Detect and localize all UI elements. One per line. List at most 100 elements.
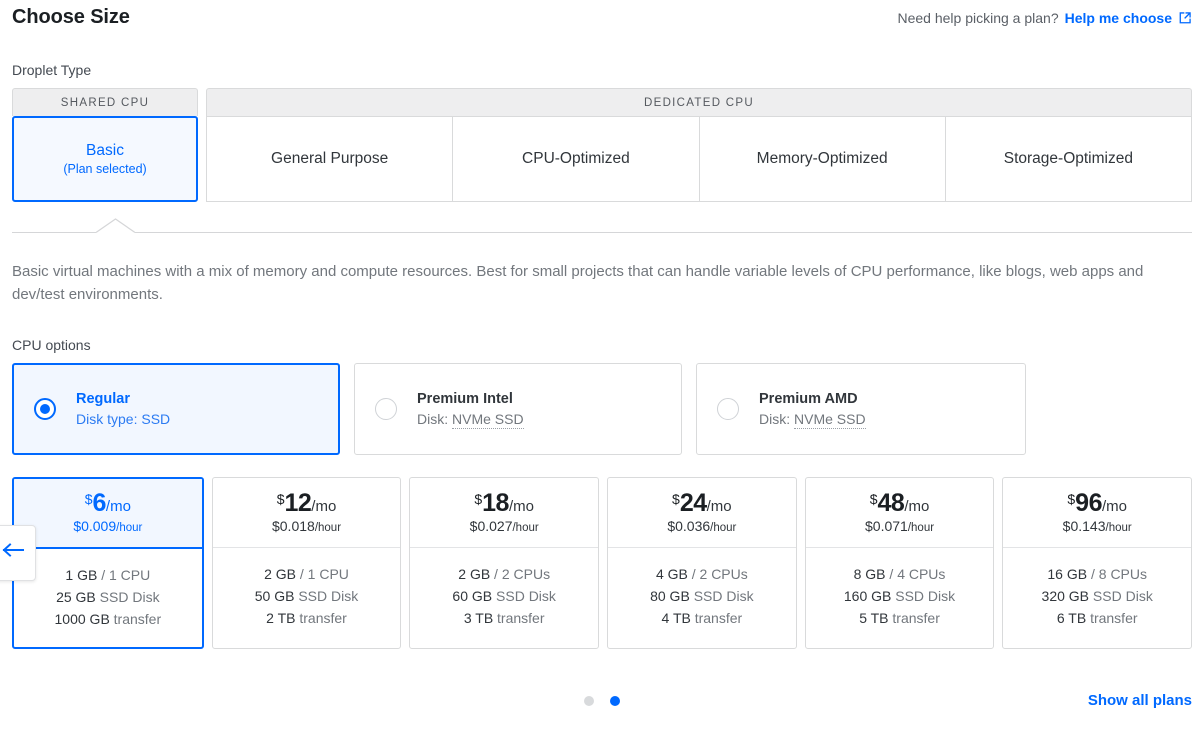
- plan-card-48-hourly-price: $0.071/hour: [865, 518, 934, 534]
- plan-card-48-cpu: 4 CPUs: [897, 565, 946, 582]
- plan-card-24[interactable]: $24/mo $0.036/hour 4 GB / 2 CPUs 80 GB S…: [607, 476, 797, 649]
- cpu-option-premium-amd-name: Premium AMD: [759, 390, 858, 407]
- plan-card-6-monthly-price: $6/mo: [85, 491, 131, 516]
- plan-card-96-hourly-price: $0.143/hour: [1063, 518, 1132, 534]
- plan-card-6-currency: $: [84, 491, 93, 507]
- plan-card-48-memory: 8 GB: [853, 565, 886, 582]
- droplet-type-tab-memory-optimized[interactable]: Memory-Optimized: [699, 116, 946, 202]
- radio-button-premium-amd[interactable]: [717, 397, 739, 420]
- plan-card-48[interactable]: $48/mo $0.071/hour 8 GB / 4 CPUs 160 GB …: [804, 476, 995, 649]
- external-link-icon[interactable]: [1178, 11, 1192, 25]
- plan-card-12-disk-label: SSD Disk: [298, 587, 359, 604]
- plan-card-6-transfer-label: transfer: [113, 610, 162, 627]
- arrow-left-icon: [2, 543, 24, 562]
- plan-card-6-specs: 1 GB / 1 CPU 25 GB SSD Disk 1000 GB tran…: [14, 549, 202, 647]
- plan-card-12-currency: $: [276, 490, 285, 507]
- plan-card-24-spec-memory-cpu: 4 GB / 2 CPUs: [655, 565, 748, 582]
- plan-card-24-hourly-price: $0.036/hour: [667, 518, 736, 534]
- cpu-options-row: Regular Disk type: SSD Premium Intel Dis…: [12, 362, 1192, 455]
- plan-card-18-currency: $: [474, 490, 483, 507]
- plan-card-6-spec-memory-cpu: 1 GB / 1 CPU: [65, 566, 151, 583]
- plan-card-12-memory: 2 GB: [264, 565, 296, 582]
- plan-card-6-memory: 1 GB: [65, 566, 98, 583]
- radio-button-regular[interactable]: [34, 397, 56, 420]
- plan-card-24-cpu: 2 CPUs: [699, 565, 748, 582]
- help-prompt-group: Need help picking a plan? Help me choose: [898, 9, 1193, 26]
- droplet-type-tab-general-purpose[interactable]: General Purpose: [206, 116, 454, 202]
- plans-row: $6/mo $0.009/hour 1 GB / 1 CPU 25 GB SSD…: [12, 476, 1193, 649]
- plan-card-18-spec-disk: 60 GB SSD Disk: [452, 588, 556, 604]
- group-heading-dedicated-cpu: DEDICATED CPU: [206, 88, 1192, 116]
- plan-card-12[interactable]: $12/mo $0.018/hour 2 GB / 1 CPU 50 GB SS…: [211, 476, 402, 649]
- plan-card-96-hourly-unit: /hour: [1105, 521, 1132, 534]
- cpu-option-premium-intel-disk-value[interactable]: NVMe SSD: [452, 410, 524, 429]
- caret-up-icon: [95, 218, 136, 233]
- plan-card-6-hourly-unit: /hour: [116, 522, 143, 534]
- plan-card-48-currency: $: [869, 490, 878, 507]
- plan-card-6[interactable]: $6/mo $0.009/hour 1 GB / 1 CPU 25 GB SSD…: [12, 476, 204, 649]
- plan-card-24-currency: $: [672, 490, 680, 507]
- plan-card-48-spec-memory-cpu: 8 GB / 4 CPUs: [853, 565, 946, 582]
- radio-button-premium-intel[interactable]: [375, 397, 397, 420]
- cpu-option-regular-disk-prefix: Disk type:: [76, 410, 142, 427]
- plan-card-18-transfer: 3 TB: [463, 609, 494, 626]
- plan-card-24-price-header: $24/mo $0.036/hour: [608, 478, 796, 548]
- group-heading-shared-cpu: SHARED CPU: [12, 88, 198, 116]
- cpu-option-premium-amd-disk-value[interactable]: NVMe SSD: [794, 410, 866, 429]
- droplet-type-tab-general-purpose-label: General Purpose: [271, 150, 389, 168]
- show-all-plans-link[interactable]: Show all plans: [1088, 692, 1192, 709]
- carousel-dot-1[interactable]: [584, 695, 594, 706]
- plan-card-96-transfer: 6 TB: [1056, 609, 1087, 626]
- plan-card-24-hourly-unit: /hour: [710, 521, 737, 534]
- plan-card-48-spec-transfer: 5 TB transfer: [859, 610, 940, 626]
- carousel-dot-2[interactable]: [610, 695, 620, 706]
- plan-card-18-transfer-label: transfer: [497, 609, 545, 626]
- plan-card-48-monthly-price: $48/mo: [869, 490, 930, 516]
- plan-card-48-period: /mo: [904, 497, 930, 515]
- plan-card-48-specs: 8 GB / 4 CPUs 160 GB SSD Disk 5 TB trans…: [806, 548, 994, 648]
- plan-card-96-spec-memory-cpu: 16 GB / 8 CPUs: [1047, 565, 1147, 582]
- droplet-type-tab-basic-label: Basic: [86, 141, 124, 159]
- plan-card-18-memory: 2 GB: [458, 565, 491, 582]
- droplet-type-tabs: SHARED CPU Basic (Plan selected) DEDICAT…: [12, 88, 1192, 202]
- plan-card-24-spec-transfer: 4 TB transfer: [662, 610, 743, 626]
- plan-card-96-spec-disk: 320 GB SSD Disk: [1042, 588, 1153, 604]
- plan-card-6-disk: 25 GB: [56, 588, 96, 605]
- plan-card-18[interactable]: $18/mo $0.027/hour 2 GB / 2 CPUs 60 GB S…: [409, 476, 600, 649]
- help-me-choose-link[interactable]: Help me choose: [1065, 10, 1172, 26]
- droplet-type-tab-cpu-optimized[interactable]: CPU-Optimized: [453, 116, 700, 202]
- droplet-type-tab-cpu-optimized-label: CPU-Optimized: [522, 150, 630, 168]
- page-title: Choose Size: [12, 6, 130, 28]
- plan-card-48-hourly-unit: /hour: [907, 521, 935, 534]
- plan-card-18-hourly-unit: /hour: [512, 521, 539, 534]
- droplet-type-group-dedicated: DEDICATED CPU General Purpose CPU-Optimi…: [206, 88, 1192, 202]
- plan-card-24-specs: 4 GB / 2 CPUs 80 GB SSD Disk 4 TB transf…: [608, 548, 796, 648]
- plan-card-12-transfer-label: transfer: [299, 609, 347, 626]
- cpu-option-premium-intel-name: Premium Intel: [417, 390, 513, 407]
- cpu-option-premium-intel-disk-prefix: Disk:: [417, 410, 452, 427]
- plan-card-96[interactable]: $96/mo $0.143/hour 16 GB / 8 CPUs 320 GB…: [1002, 476, 1193, 649]
- plan-card-18-price-header: $18/mo $0.027/hour: [410, 478, 599, 548]
- droplet-type-tab-storage-optimized[interactable]: Storage-Optimized: [945, 116, 1192, 202]
- plan-card-12-spec-disk: 50 GB SSD Disk: [255, 588, 359, 604]
- plan-card-12-specs: 2 GB / 1 CPU 50 GB SSD Disk 2 TB transfe…: [213, 548, 401, 648]
- plan-card-96-cpu: 8 CPUs: [1098, 565, 1147, 582]
- droplet-type-tab-basic[interactable]: Basic (Plan selected): [12, 116, 198, 202]
- plan-card-12-amount: 12: [284, 488, 312, 517]
- carousel-footer: Show all plans: [12, 679, 1192, 723]
- help-prompt-text: Need help picking a plan?: [897, 10, 1059, 26]
- cpu-option-regular[interactable]: Regular Disk type: SSD: [12, 362, 340, 455]
- plan-card-24-spec-disk: 80 GB SSD Disk: [650, 588, 754, 604]
- cpu-options-label: CPU options: [12, 336, 91, 353]
- plan-card-6-price-header: $6/mo $0.009/hour: [14, 478, 202, 549]
- choose-size-page: Choose Size Need help picking a plan? He…: [0, 0, 1204, 749]
- cpu-option-premium-amd[interactable]: Premium AMD Disk: NVMe SSD: [696, 362, 1026, 455]
- plan-card-24-hourly-amount: $0.036: [667, 517, 711, 534]
- cpu-option-premium-intel[interactable]: Premium Intel Disk: NVMe SSD: [354, 362, 682, 455]
- cpu-option-premium-amd-disk: Disk: NVMe SSD: [759, 410, 866, 429]
- droplet-type-tab-basic-sublabel: (Plan selected): [63, 161, 147, 176]
- page-header: Choose Size Need help picking a plan? He…: [12, 0, 1192, 40]
- carousel-scroll-left-button[interactable]: [0, 524, 36, 581]
- plan-card-12-disk: 50 GB: [254, 587, 295, 604]
- plan-card-48-transfer-label: transfer: [892, 609, 940, 626]
